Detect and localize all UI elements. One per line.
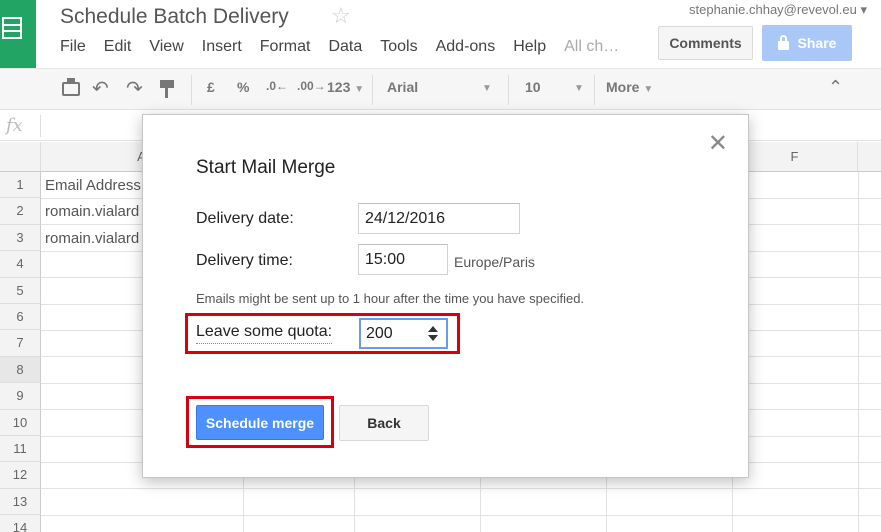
toolbar-divider bbox=[191, 75, 192, 105]
undo-icon[interactable]: ↶ bbox=[92, 76, 109, 101]
row-header[interactable]: 1 bbox=[0, 172, 41, 199]
cell-a3[interactable]: romain.vialard bbox=[45, 230, 145, 247]
font-family-select[interactable]: Arial bbox=[387, 79, 418, 95]
number-format-label: 123 bbox=[327, 79, 351, 95]
schedule-merge-button[interactable]: Schedule merge bbox=[196, 405, 324, 440]
chevron-down-icon[interactable]: ▼ bbox=[482, 83, 492, 94]
star-icon[interactable]: ☆ bbox=[331, 3, 351, 29]
cell-a1[interactable]: Email Address bbox=[45, 177, 145, 194]
spinner-up-icon[interactable] bbox=[428, 326, 438, 332]
delivery-date-label: Delivery date: bbox=[196, 210, 294, 227]
column-header-f[interactable]: F bbox=[732, 142, 858, 172]
decrease-decimal-button[interactable]: .0← bbox=[266, 79, 288, 93]
select-all-corner[interactable] bbox=[0, 142, 41, 172]
row-header[interactable]: 10 bbox=[0, 409, 41, 436]
increase-decimal-button[interactable]: .00→ bbox=[297, 79, 326, 93]
chevron-down-icon: ▼ bbox=[643, 84, 654, 95]
menu-format[interactable]: Format bbox=[260, 38, 311, 56]
back-button[interactable]: Back bbox=[339, 405, 429, 441]
lock-icon bbox=[777, 34, 789, 50]
column-gridline bbox=[858, 172, 859, 532]
account-email[interactable]: stephanie.chhay@revevol.eu ▾ bbox=[689, 2, 867, 18]
row-header[interactable]: 6 bbox=[0, 304, 41, 331]
row-header[interactable]: 12 bbox=[0, 462, 41, 489]
more-button[interactable]: More ▼ bbox=[606, 79, 653, 95]
menu-file[interactable]: File bbox=[60, 38, 86, 56]
font-size-select[interactable]: 10 bbox=[525, 79, 541, 95]
number-format-button[interactable]: 123 ▼ bbox=[327, 79, 364, 95]
delivery-date-input[interactable]: 24/12/2016 bbox=[358, 203, 520, 234]
close-icon[interactable]: ✕ bbox=[708, 129, 728, 158]
comments-button[interactable]: Comments bbox=[658, 26, 753, 60]
row-header[interactable]: 3 bbox=[0, 224, 41, 252]
all-changes-saved[interactable]: All ch… bbox=[564, 38, 619, 56]
row-header[interactable]: 14 bbox=[0, 515, 41, 532]
menu-bar: File Edit View Insert Format Data Tools … bbox=[60, 38, 637, 56]
menu-help[interactable]: Help bbox=[513, 38, 546, 56]
menu-addons[interactable]: Add-ons bbox=[436, 38, 496, 56]
document-title[interactable]: Schedule Batch Delivery bbox=[60, 5, 289, 29]
sheets-logo-icon[interactable] bbox=[0, 0, 36, 68]
row-gridline bbox=[41, 515, 881, 516]
delivery-note: Emails might be sent up to 1 hour after … bbox=[196, 291, 585, 306]
print-icon[interactable] bbox=[62, 78, 80, 96]
row-gridline bbox=[41, 488, 881, 489]
sheets-app: Schedule Batch Delivery ☆ stephanie.chha… bbox=[0, 0, 881, 532]
paint-format-icon[interactable] bbox=[160, 80, 174, 98]
row-header[interactable]: 13 bbox=[0, 488, 41, 516]
chevron-down-icon[interactable]: ▼ bbox=[574, 83, 584, 94]
row-header[interactable]: 7 bbox=[0, 330, 41, 357]
delivery-time-input[interactable]: 15:00 bbox=[358, 244, 448, 275]
redo-icon[interactable]: ↷ bbox=[126, 76, 143, 101]
menu-view[interactable]: View bbox=[149, 38, 183, 56]
row-header[interactable]: 8 bbox=[0, 356, 41, 384]
spinner-down-icon[interactable] bbox=[428, 335, 438, 341]
share-label: Share bbox=[797, 35, 837, 51]
menu-edit[interactable]: Edit bbox=[104, 38, 132, 56]
menu-insert[interactable]: Insert bbox=[202, 38, 242, 56]
row-header[interactable]: 11 bbox=[0, 436, 41, 463]
quota-value: 200 bbox=[366, 325, 393, 342]
row-header[interactable]: 2 bbox=[0, 198, 41, 225]
spinner-icon[interactable] bbox=[428, 326, 438, 342]
delivery-time-label: Delivery time: bbox=[196, 252, 293, 269]
collapse-icon[interactable]: ⌃ bbox=[828, 77, 843, 98]
toolbar-divider bbox=[508, 75, 509, 105]
font-size-value: 10 bbox=[525, 79, 541, 95]
toolbar-divider bbox=[594, 75, 595, 105]
currency-button[interactable]: £ bbox=[207, 79, 215, 95]
font-family-value: Arial bbox=[387, 79, 419, 95]
quota-stepper[interactable]: 200 bbox=[359, 318, 448, 349]
chevron-down-icon: ▼ bbox=[354, 84, 365, 95]
dialog-title: Start Mail Merge bbox=[196, 157, 336, 178]
formula-divider bbox=[40, 115, 41, 137]
row-header[interactable]: 5 bbox=[0, 277, 41, 304]
share-button[interactable]: Share bbox=[762, 25, 852, 61]
more-label: More bbox=[606, 79, 640, 95]
mail-merge-dialog: ✕ Start Mail Merge Delivery date: 24/12/… bbox=[142, 114, 749, 478]
quota-label: Leave some quota: bbox=[196, 323, 333, 344]
timezone-label: Europe/Paris bbox=[454, 254, 535, 270]
column-header-g[interactable] bbox=[858, 142, 881, 172]
row-header[interactable]: 4 bbox=[0, 251, 41, 278]
toolbar-divider bbox=[372, 75, 373, 105]
cell-a2[interactable]: romain.vialard bbox=[45, 203, 145, 220]
menu-data[interactable]: Data bbox=[328, 38, 362, 56]
percent-button[interactable]: % bbox=[237, 79, 249, 95]
fx-icon: fx bbox=[6, 115, 23, 136]
row-header[interactable]: 9 bbox=[0, 383, 41, 410]
menu-tools[interactable]: Tools bbox=[380, 38, 417, 56]
toolbar: ↶ ↷ £ % .0← .00→ 123 ▼ Arial ▼ 10 ▼ More… bbox=[0, 68, 881, 110]
